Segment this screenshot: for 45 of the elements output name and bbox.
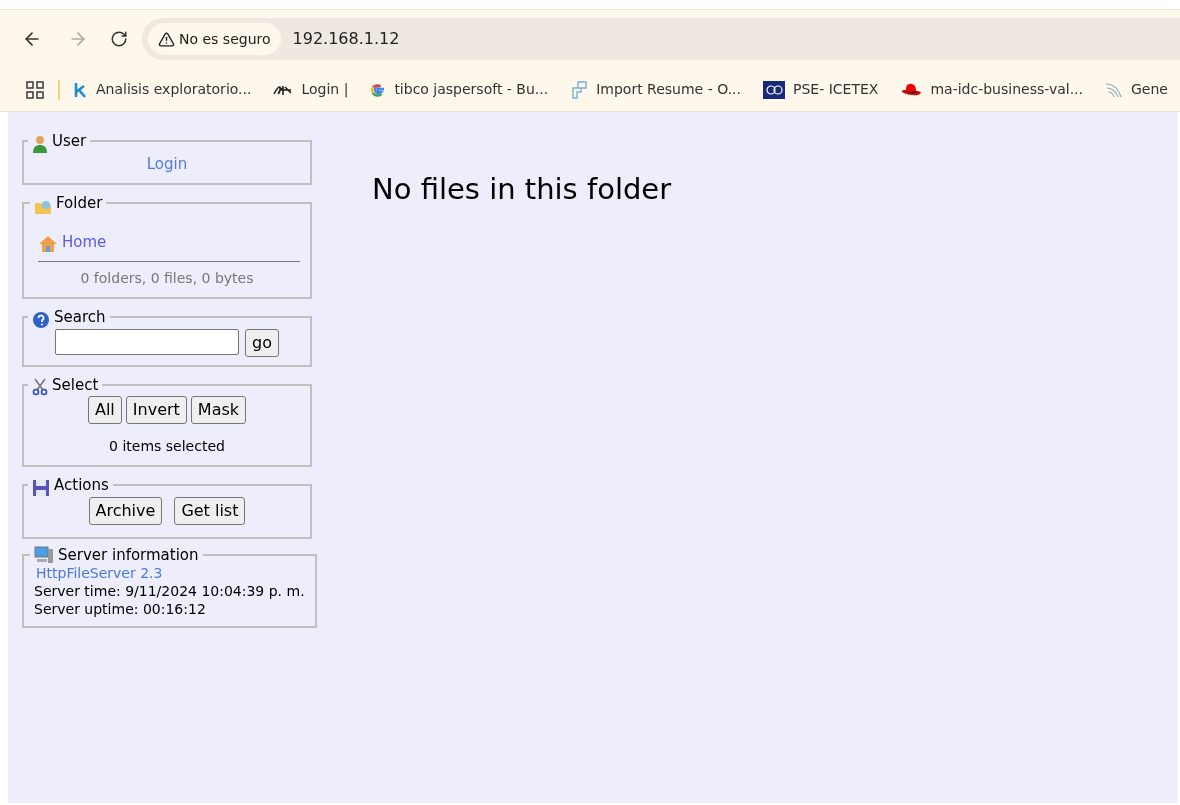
bookmark[interactable]: Gene: [1105, 79, 1168, 100]
bookmark[interactable]: Import Resume - O...: [570, 79, 741, 100]
server-info-line: Server time: 9/11/2024 10:04:39 p. m.: [34, 581, 305, 600]
select-button[interactable]: Invert: [125, 396, 187, 424]
section-title: Folder: [56, 193, 103, 214]
folder-icon: [34, 198, 52, 215]
hat-icon: [900, 81, 923, 98]
section-title: Select: [52, 374, 99, 396]
section-title: Server information: [58, 545, 199, 564]
security-chip[interactable]: No es seguro: [148, 23, 281, 55]
puzzle-icon: [570, 80, 589, 99]
select-button[interactable]: All: [87, 396, 122, 424]
select-button[interactable]: Mask: [190, 396, 247, 424]
section-title: Search: [54, 307, 106, 328]
login-link[interactable]: Login: [146, 152, 188, 175]
reload-button[interactable]: [110, 30, 128, 48]
server-info-line: Server uptime: 00:16:12: [34, 599, 207, 618]
apps-grid-icon[interactable]: [26, 80, 44, 99]
warning-icon: [158, 30, 175, 48]
computer-icon: [34, 545, 54, 564]
bookmark[interactable]: tibco jaspersoft - Bu...: [370, 79, 549, 100]
wave-icon: [1105, 80, 1123, 99]
user-icon: [32, 134, 48, 153]
folder-summary: 0 folders, 0 files, 0 bytes: [79, 269, 255, 288]
bookmark[interactable]: PSE- ICETEX: [763, 79, 879, 100]
bookmark[interactable]: ma-idc-business-val...: [900, 79, 1083, 100]
go-button[interactable]: go: [245, 328, 279, 357]
search-field[interactable]: [55, 328, 239, 355]
selection-status: 0 items selected: [108, 437, 226, 456]
server-link[interactable]: HttpFileServer 2.3: [36, 563, 305, 582]
url-text: 192.168.1.12: [292, 28, 400, 50]
scissors-icon: [32, 378, 48, 396]
k-letter-icon: [74, 81, 88, 98]
empty-folder-message: No files in this folder: [372, 171, 672, 208]
section-title: User: [52, 131, 87, 152]
section-title: Actions: [54, 475, 109, 496]
house-icon: [38, 235, 58, 253]
action-button[interactable]: Archive: [88, 496, 163, 525]
bookmark[interactable]: Login |: [273, 79, 349, 100]
home-link[interactable]: Home: [62, 230, 107, 253]
address-bar[interactable]: No es seguro 192.168.1.12: [142, 18, 1180, 60]
action-button[interactable]: Get list: [174, 496, 246, 525]
bookmark[interactable]: Analisis exploratorio...: [74, 79, 252, 100]
help-icon: [32, 310, 50, 329]
google-icon: [370, 81, 387, 98]
